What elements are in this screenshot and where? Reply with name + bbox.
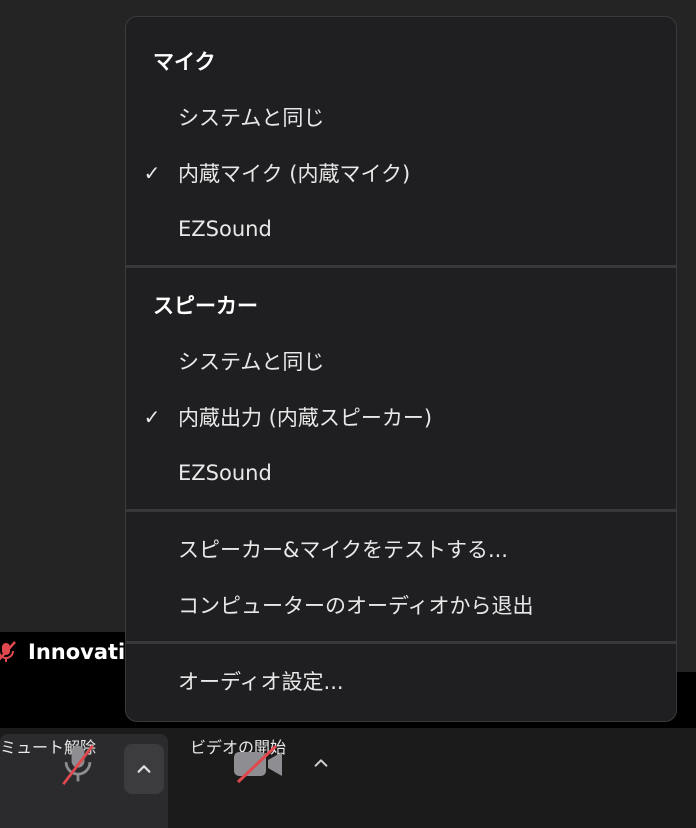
unmute-button-group: ミュート解除 [0,734,168,828]
test-speaker-mic-item[interactable]: スピーカー&マイクをテストする... [126,527,676,571]
menu-divider [126,265,676,268]
audio-settings-item[interactable]: オーディオ設定... [126,659,676,703]
checkmark-icon: ✓ [143,405,161,429]
menu-item-label: 内蔵マイク (内蔵マイク) [178,162,411,186]
menu-item-label: 内蔵出力 (内蔵スピーカー) [178,406,433,430]
chevron-up-icon [137,765,151,773]
unmute-button[interactable]: ミュート解除 [0,734,120,828]
participant-mic-muted-icon [0,641,16,662]
menu-item-label: スピーカー&マイクをテストする... [178,538,508,562]
speaker-section-header: スピーカー [153,294,258,318]
menu-item-label: EZSound [178,461,272,485]
audio-options-caret-button[interactable] [124,744,164,794]
mic-option-ezsound[interactable]: EZSound [126,207,676,251]
menu-item-label: オーディオ設定... [178,670,344,694]
participant-name: Innovatio [28,640,140,664]
chevron-up-icon [314,759,328,767]
menu-divider [126,509,676,512]
start-video-button[interactable]: ビデオの開始 [190,734,300,828]
video-off-icon [234,744,282,784]
menu-item-label: システムと同じ [178,106,325,130]
microphone-section-header: マイク [153,50,216,74]
menu-item-label: システムと同じ [178,350,325,374]
video-options-caret-button[interactable] [304,746,338,780]
leave-computer-audio-item[interactable]: コンピューターのオーディオから退出 [126,583,676,627]
menu-item-label: コンピューターのオーディオから退出 [178,594,534,618]
checkmark-icon: ✓ [143,161,161,185]
microphone-muted-icon [62,744,94,785]
speaker-option-ezsound[interactable]: EZSound [126,451,676,495]
menu-divider [126,641,676,644]
speaker-option-builtin[interactable]: ✓ 内蔵出力 (内蔵スピーカー) [126,395,676,439]
meeting-toolbar: ミュート解除 ビデオの開始 [0,728,696,828]
mic-option-system-default[interactable]: システムと同じ [126,95,676,139]
mic-option-builtin[interactable]: ✓ 内蔵マイク (内蔵マイク) [126,151,676,195]
speaker-option-system-default[interactable]: システムと同じ [126,339,676,383]
audio-options-menu: マイク システムと同じ ✓ 内蔵マイク (内蔵マイク) EZSound スピーカ… [125,16,677,722]
menu-item-label: EZSound [178,217,272,241]
